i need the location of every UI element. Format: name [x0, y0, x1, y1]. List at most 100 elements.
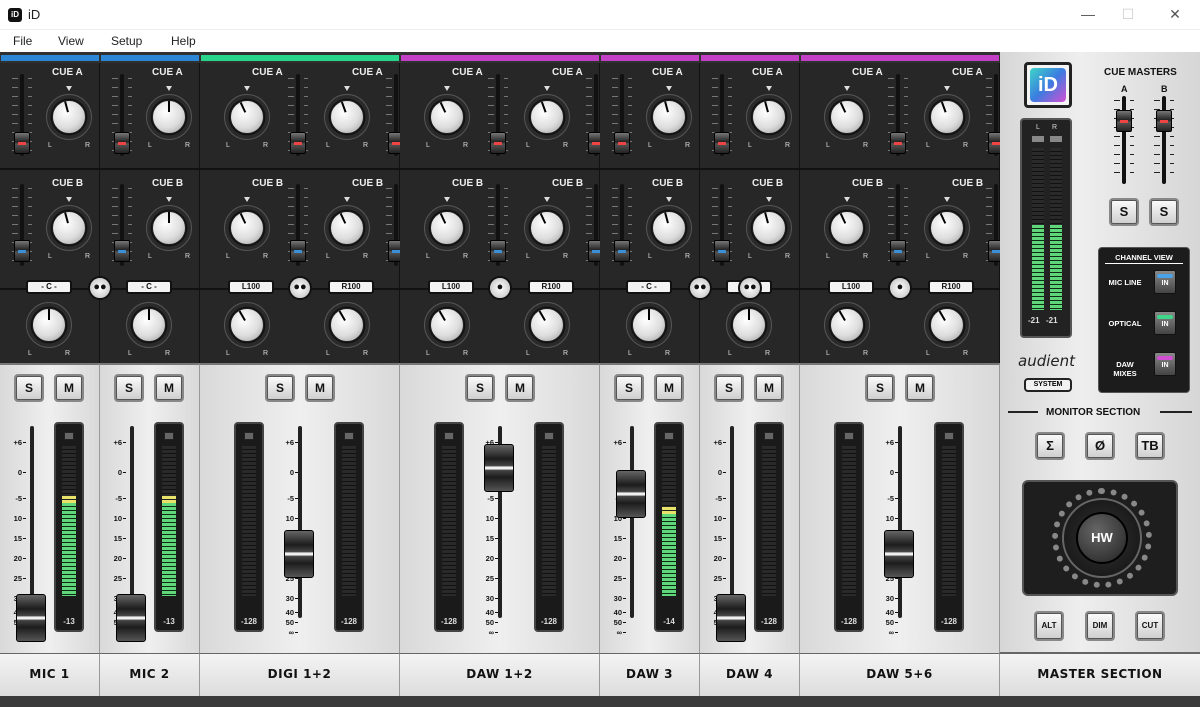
cue-master-fader[interactable] — [1154, 96, 1174, 184]
channel-fader[interactable] — [16, 594, 46, 642]
cue-b-send-fader[interactable] — [12, 184, 32, 266]
menu-file[interactable]: File — [13, 34, 32, 48]
cue-a-pan-knob[interactable]: LR — [324, 86, 370, 149]
dim-button[interactable]: DIM — [1087, 613, 1113, 639]
solo-button[interactable]: S — [467, 376, 493, 400]
scale-tick — [23, 538, 26, 539]
main-pan-knob[interactable]: LR — [824, 302, 870, 357]
cue-a-pan-knob[interactable]: LR — [646, 86, 692, 149]
cue-b-pan-knob[interactable]: LR — [824, 197, 870, 260]
cue-b-send-fader[interactable] — [112, 184, 132, 266]
channel-fader[interactable] — [116, 594, 146, 642]
cue-b-pan-knob[interactable]: LR — [646, 197, 692, 260]
fader-cap[interactable] — [1116, 110, 1132, 132]
cue-a-pan-knob[interactable]: LR — [146, 86, 192, 149]
cue-a-send-fader[interactable] — [612, 74, 632, 156]
menu-view[interactable]: View — [58, 34, 84, 48]
cue-b-pan-knob[interactable]: LR — [924, 197, 970, 260]
cue-b-pan-knob[interactable]: LR — [46, 197, 92, 260]
fader-cap[interactable] — [14, 240, 30, 262]
system-button[interactable]: SYSTEM — [1024, 378, 1072, 392]
stereo-link-icon[interactable]: ● — [888, 276, 912, 300]
alt-button[interactable]: ALT — [1036, 613, 1062, 639]
fader-cap[interactable] — [1156, 110, 1172, 132]
cue-b-send-fader[interactable] — [612, 184, 632, 266]
cue-master-fader[interactable] — [1114, 96, 1134, 184]
menu-help[interactable]: Help — [171, 34, 196, 48]
channel-fader[interactable] — [716, 594, 746, 642]
fader-cap[interactable] — [614, 240, 630, 262]
fader-tick — [112, 114, 118, 115]
stereo-link-icon[interactable]: ●● — [688, 276, 712, 300]
solo-button[interactable]: S — [716, 376, 742, 400]
fader-tick — [628, 114, 632, 115]
stereo-link-icon[interactable]: ●● — [738, 276, 762, 300]
cue-b-pan-knob[interactable]: LR — [524, 197, 570, 260]
close-button[interactable]: ✕ — [1165, 6, 1185, 23]
mute-button[interactable]: M — [56, 376, 82, 400]
cue-a-pan-knob[interactable]: LR — [824, 86, 870, 149]
cue-b-pan-knob[interactable]: LR — [146, 197, 192, 260]
fader-tick — [488, 206, 494, 207]
mute-button[interactable]: M — [656, 376, 682, 400]
cue-a-send-fader[interactable] — [112, 74, 132, 156]
main-pan-knob[interactable]: LR — [924, 302, 970, 357]
channel-view-toggle[interactable]: IN — [1154, 352, 1176, 376]
stereo-link-icon[interactable]: ●● — [288, 276, 312, 300]
cue-b-pan-knob[interactable]: LR — [424, 197, 470, 260]
fader-cap[interactable] — [714, 132, 730, 154]
scale-tick — [623, 442, 626, 443]
channel-view-toggle[interactable]: IN — [1154, 270, 1176, 294]
cue-a-send-fader[interactable] — [712, 74, 732, 156]
solo-button[interactable]: S — [267, 376, 293, 400]
solo-button[interactable]: S — [16, 376, 42, 400]
knob-label-r: R — [684, 253, 690, 260]
channel-view-toggle[interactable]: IN — [1154, 311, 1176, 335]
fader-cap[interactable] — [114, 240, 130, 262]
cue-b-send-fader[interactable] — [712, 184, 732, 266]
stereo-link-icon[interactable]: ●● — [88, 276, 112, 300]
monitor-volume-knob[interactable]: HW — [1076, 512, 1128, 564]
solo-button[interactable]: S — [616, 376, 642, 400]
main-pan-knob[interactable]: LR — [324, 302, 370, 357]
cue-b-pan-knob[interactable]: LR — [324, 197, 370, 260]
cue-a-send-fader[interactable] — [12, 74, 32, 156]
polarity-button[interactable]: Ø — [1087, 434, 1113, 458]
main-pan-knob[interactable]: LR — [26, 302, 72, 357]
knob-label-l: L — [426, 142, 430, 149]
cue-a-pan-knob[interactable]: LR — [224, 86, 270, 149]
solo-button[interactable]: S — [867, 376, 893, 400]
cue-a-pan-knob[interactable]: LR — [46, 86, 92, 149]
fader-cap[interactable] — [14, 132, 30, 154]
cue-b-pan-knob[interactable]: LR — [746, 197, 792, 260]
cue-a-pan-knob[interactable]: LR — [424, 86, 470, 149]
fader-cap[interactable] — [614, 132, 630, 154]
fader-tick — [712, 224, 718, 225]
fader-cap[interactable] — [114, 132, 130, 154]
cue-a-pan-knob[interactable]: LR — [924, 86, 970, 149]
mute-button[interactable]: M — [756, 376, 782, 400]
main-pan-knob[interactable]: LR — [424, 302, 470, 357]
cue-a-solo-button[interactable]: S — [1111, 200, 1137, 224]
minimize-button[interactable]: — — [1078, 6, 1098, 22]
sum-button[interactable]: Σ — [1037, 434, 1063, 458]
mute-button[interactable]: M — [156, 376, 182, 400]
main-pan-knob[interactable]: LR — [224, 302, 270, 357]
cue-b-solo-button[interactable]: S — [1151, 200, 1177, 224]
maximize-button[interactable]: ☐ — [1118, 6, 1138, 23]
fader-cap[interactable] — [714, 240, 730, 262]
cue-a-pan-knob[interactable]: LR — [746, 86, 792, 149]
main-pan-knob[interactable]: LR — [126, 302, 172, 357]
cue-a-pan-knob[interactable]: LR — [524, 86, 570, 149]
stereo-link-icon[interactable]: ● — [488, 276, 512, 300]
menu-setup[interactable]: Setup — [111, 34, 142, 48]
cut-button[interactable]: CUT — [1137, 613, 1163, 639]
main-pan-knob[interactable]: LR — [524, 302, 570, 357]
talkback-button[interactable]: TB — [1137, 434, 1163, 458]
main-pan-knob[interactable]: LR — [626, 302, 672, 357]
channel-fader[interactable] — [616, 470, 646, 518]
knob-cap — [230, 308, 264, 342]
cue-b-pan-knob[interactable]: LR — [224, 197, 270, 260]
solo-button[interactable]: S — [116, 376, 142, 400]
main-pan-knob[interactable]: LR — [726, 302, 772, 357]
